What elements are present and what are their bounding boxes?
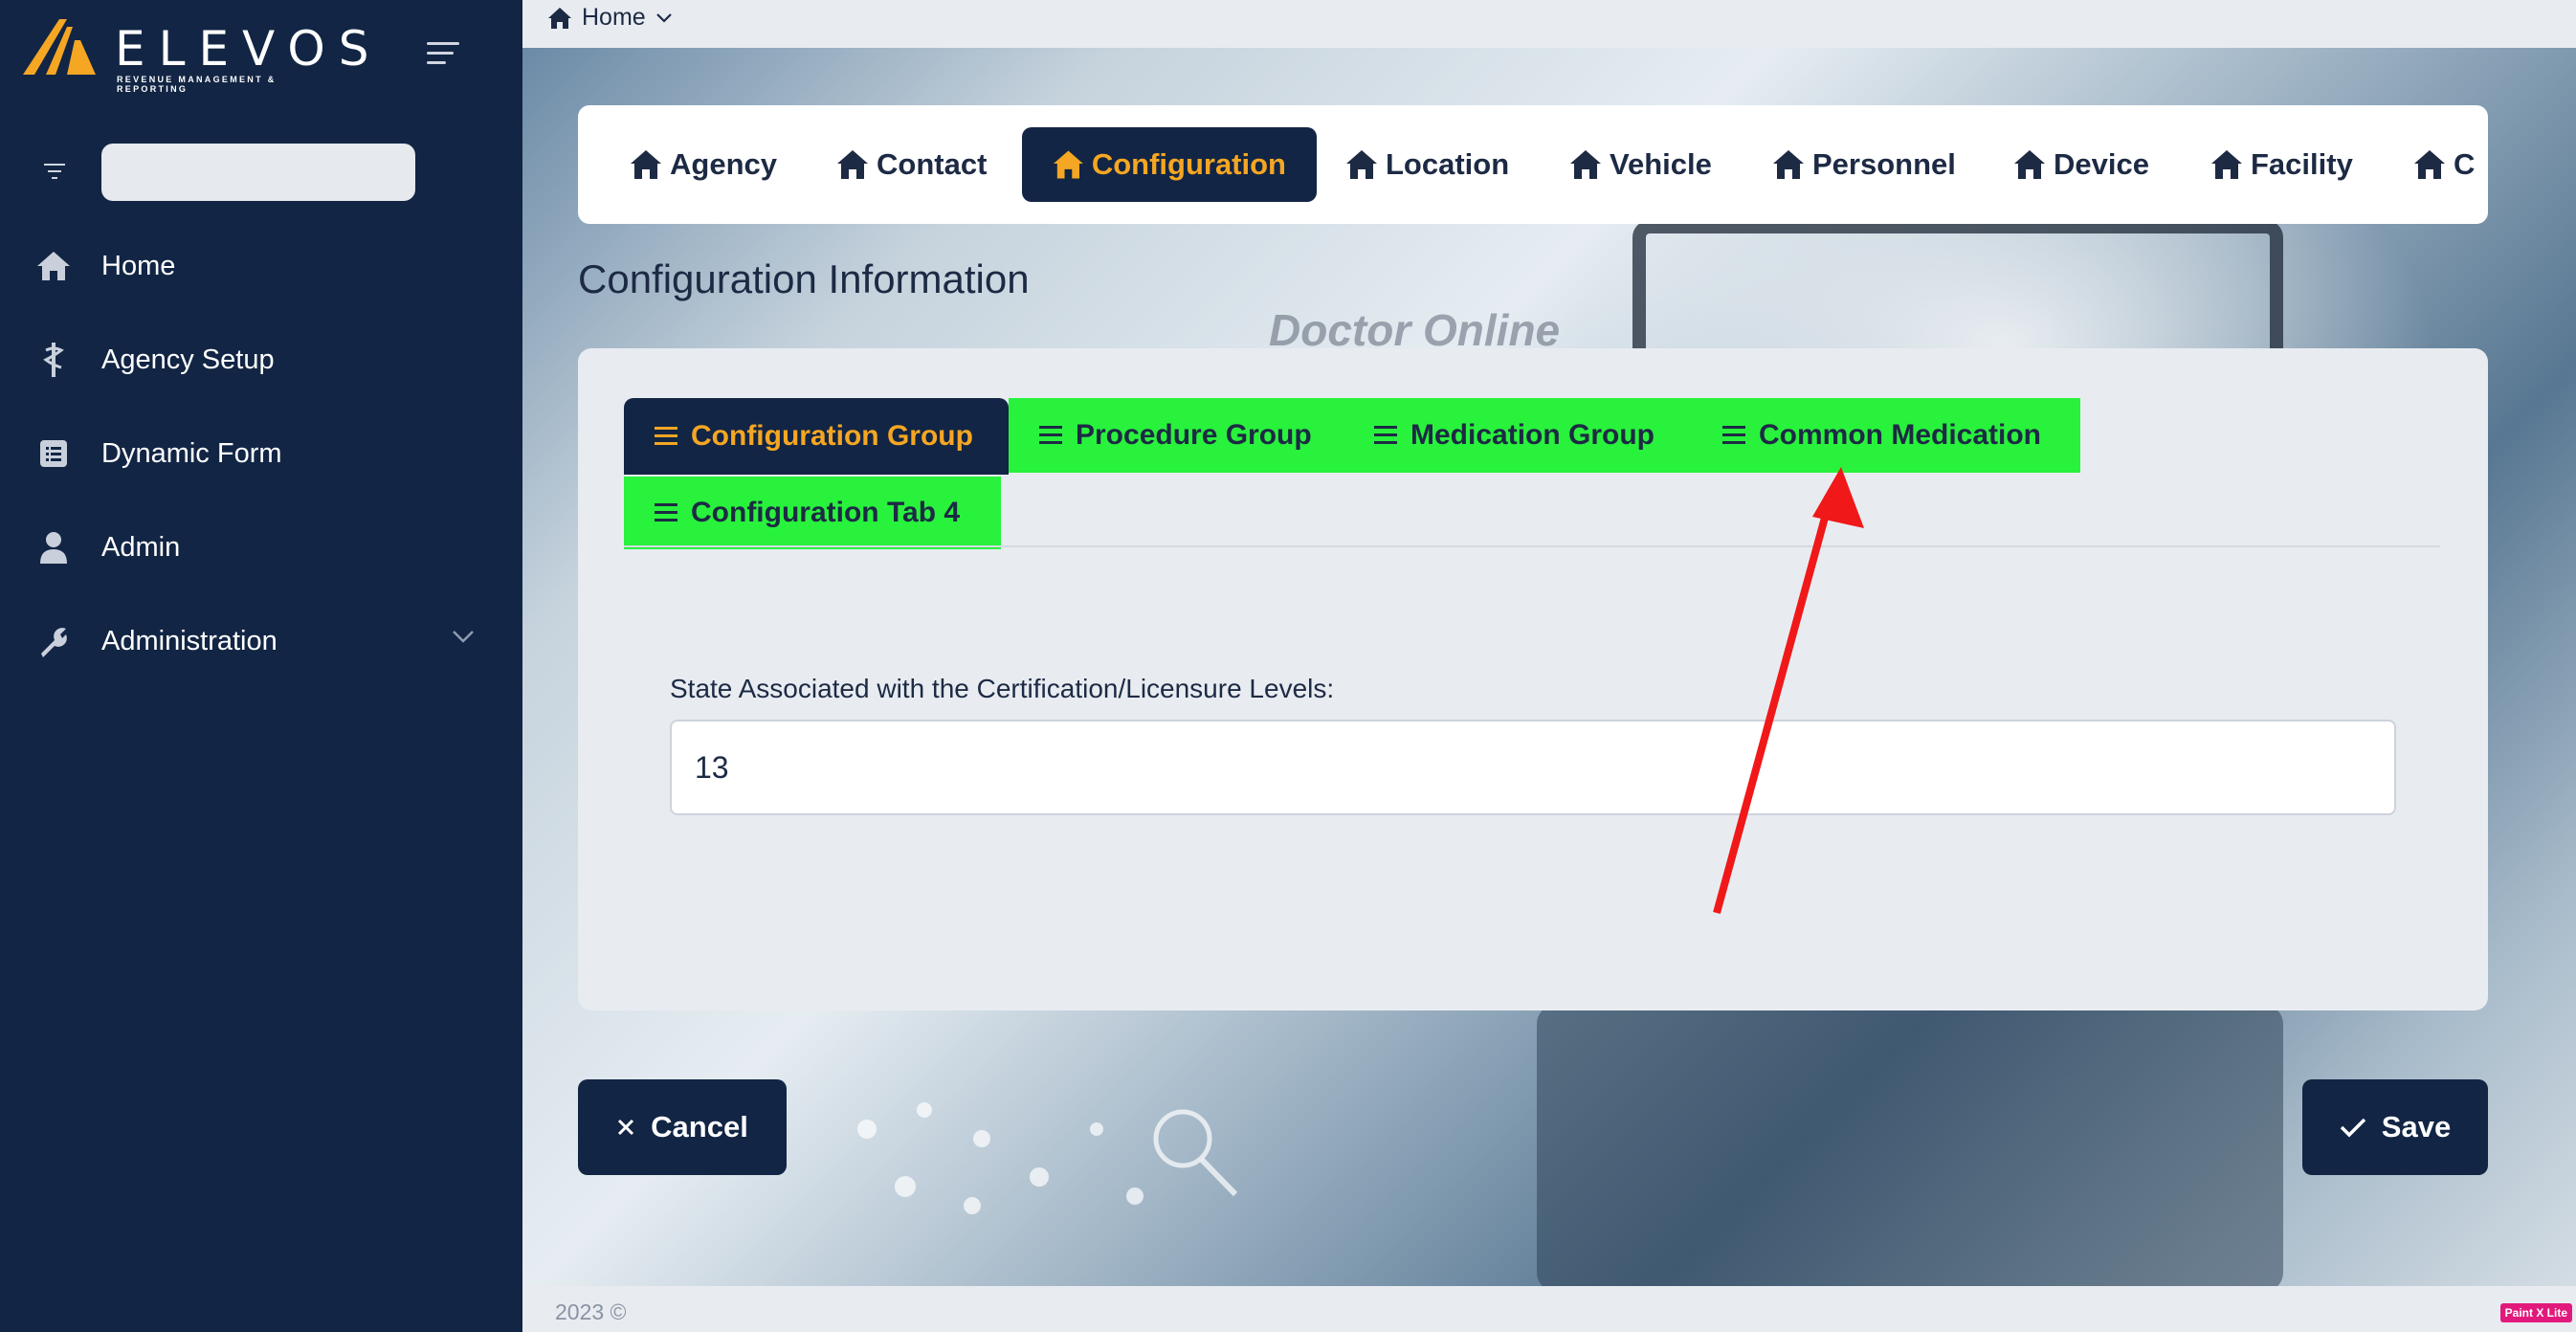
sidebar-item-label: Home [101, 250, 176, 281]
save-button[interactable]: Save [2302, 1079, 2488, 1175]
section-tab-bar: Agency Contact Configuration Location Ve… [578, 105, 2488, 224]
home-icon [548, 7, 571, 29]
tab-label: Medication Group [1410, 419, 1654, 451]
cancel-button-label: Cancel [651, 1110, 748, 1143]
home-icon [837, 150, 868, 179]
watermark-badge: Paint X Lite [2499, 1303, 2572, 1322]
close-icon [618, 1119, 634, 1136]
tab-label: Contact [877, 147, 988, 181]
tab-configuration-group[interactable]: Configuration Group [624, 398, 1009, 475]
home-icon [2211, 150, 2242, 179]
home-icon [34, 247, 73, 285]
top-bar: Home [522, 0, 2576, 48]
tab-label: Facility [2251, 147, 2353, 181]
chevron-down-icon [655, 12, 672, 23]
menu-toggle-icon[interactable] [427, 42, 459, 65]
tab-medication-group[interactable]: Medication Group [1344, 398, 1692, 473]
list-icon [1374, 426, 1397, 445]
tab-label: Common Medication [1759, 419, 2042, 451]
form-icon [34, 434, 73, 473]
home-icon [1773, 150, 1804, 179]
tab-personnel[interactable]: Personnel [1772, 127, 1956, 202]
sidebar-item-home[interactable]: Home [34, 237, 475, 295]
tab-facility[interactable]: Facility [2210, 127, 2353, 202]
state-field-label: State Associated with the Certification/… [670, 674, 1335, 703]
tab-vehicle[interactable]: Vehicle [1569, 127, 1712, 202]
footer-copyright: 2023 © [555, 1299, 627, 1324]
brand-logo[interactable]: ELEVOS REVENUE MANAGEMENT & REPORTING [23, 19, 368, 94]
breadcrumb[interactable]: Home [547, 4, 673, 32]
tab-label: C [2454, 147, 2476, 181]
logo-mark-icon [23, 19, 96, 75]
footer: 2023 © Paint X Lite [522, 1286, 2576, 1332]
filter-icon[interactable] [44, 164, 65, 179]
tab-configuration-tab-4[interactable]: Configuration Tab 4 [624, 477, 1001, 549]
caduceus-icon [34, 341, 73, 379]
tab-label: Configuration Group [691, 420, 973, 452]
tab-label: Personnel [1812, 147, 1956, 181]
tab-procedure-group[interactable]: Procedure Group [1009, 398, 1344, 473]
tab-contact[interactable]: Contact [836, 127, 987, 202]
sidebar-item-label: Agency Setup [101, 344, 275, 375]
sidebar-item-label: Administration [101, 625, 278, 656]
cancel-button[interactable]: Cancel [578, 1079, 787, 1175]
list-icon [1039, 426, 1062, 445]
tab-divider [624, 545, 2440, 547]
wrench-icon [34, 622, 73, 660]
list-icon [1722, 426, 1745, 445]
tab-label: Agency [670, 147, 777, 181]
main-content: Home Doctor Online Agency Contact Config… [522, 0, 2576, 1332]
sidebar-item-admin[interactable]: Admin [34, 519, 475, 576]
tab-label: Device [2054, 147, 2149, 181]
check-icon [2340, 1118, 2366, 1138]
tab-label: Location [1386, 147, 1510, 181]
home-icon [631, 150, 661, 179]
home-icon [2014, 150, 2045, 179]
configuration-card: Configuration Group Procedure Group Medi… [578, 348, 2488, 1010]
tab-configuration[interactable]: Configuration [1022, 127, 1317, 202]
home-icon [2414, 150, 2445, 179]
tab-label: Configuration Tab 4 [691, 497, 961, 528]
home-icon [1053, 150, 1083, 179]
sidebar-search-input[interactable] [101, 144, 415, 201]
brand-tagline: REVENUE MANAGEMENT & REPORTING [117, 75, 277, 94]
save-button-label: Save [2381, 1110, 2452, 1143]
sidebar: ELEVOS REVENUE MANAGEMENT & REPORTING Ho… [0, 0, 522, 1332]
brand-name: ELEVOS [115, 21, 383, 77]
list-icon [655, 503, 677, 522]
tab-device[interactable]: Device [2013, 127, 2149, 202]
tab-agency[interactable]: Agency [630, 127, 777, 202]
tab-label: Vehicle [1610, 147, 1712, 181]
tab-label: Configuration [1091, 147, 1286, 181]
list-icon [655, 427, 677, 446]
page-title: Configuration Information [578, 256, 1030, 301]
home-icon [1346, 150, 1377, 179]
tab-overflow[interactable]: C [2413, 127, 2475, 202]
home-icon [1570, 150, 1601, 179]
sidebar-item-label: Dynamic Form [101, 437, 282, 469]
tab-common-medication[interactable]: Common Medication [1692, 398, 2080, 473]
tab-location[interactable]: Location [1345, 127, 1509, 202]
chevron-down-icon[interactable] [452, 630, 475, 648]
sidebar-item-dynamic-form[interactable]: Dynamic Form [34, 425, 475, 482]
state-field-input[interactable]: 13 [670, 720, 2396, 815]
sidebar-item-administration[interactable]: Administration [34, 612, 475, 670]
user-icon [34, 528, 73, 566]
tab-label: Procedure Group [1076, 419, 1312, 451]
sidebar-item-label: Admin [101, 531, 181, 563]
breadcrumb-label: Home [582, 4, 646, 31]
sidebar-item-agency-setup[interactable]: Agency Setup [34, 331, 475, 388]
